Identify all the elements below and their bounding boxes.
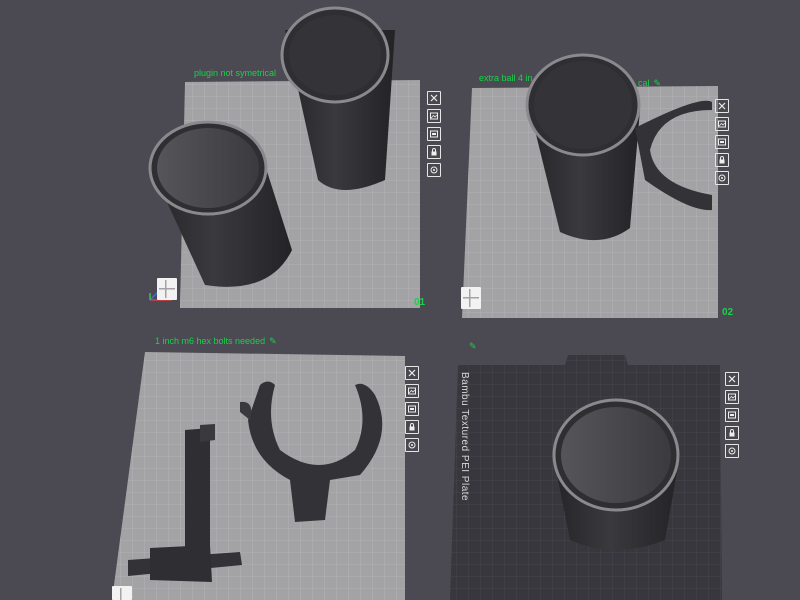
plate-logo-1 <box>157 278 177 300</box>
plate-4-tools <box>725 372 745 462</box>
plate-2-note-text: extra ball 4 in <box>479 73 533 83</box>
settings-icon[interactable] <box>725 444 739 458</box>
plate-2-note-tail[interactable]: cal ✎ <box>638 78 661 89</box>
plate-2-note[interactable]: extra ball 4 in <box>479 73 533 83</box>
build-plate-canvas[interactable] <box>0 0 800 600</box>
plate-3-tools <box>405 366 425 456</box>
plate-1-note[interactable]: plugin not symetrical <box>194 68 276 78</box>
plate-logo-2 <box>461 287 481 309</box>
plate-1-tools <box>427 91 447 181</box>
close-icon[interactable] <box>725 372 739 386</box>
edit-pencil-icon[interactable]: ✎ <box>654 78 662 88</box>
edit-pencil-icon[interactable]: ✎ <box>269 336 277 346</box>
plate-2-tools <box>715 99 735 189</box>
close-icon[interactable] <box>427 91 441 105</box>
orient-icon[interactable] <box>725 408 739 422</box>
plate-2-number: 02 <box>722 307 734 318</box>
orient-icon[interactable] <box>427 127 441 141</box>
orient-icon[interactable] <box>405 402 419 416</box>
settings-icon[interactable] <box>427 163 441 177</box>
close-icon[interactable] <box>405 366 419 380</box>
plate-1-number: 01 <box>414 297 426 308</box>
lock-icon[interactable] <box>405 420 419 434</box>
edit-pencil-icon[interactable]: ✎ <box>469 341 477 351</box>
arrange-icon[interactable] <box>427 109 441 123</box>
arrange-icon[interactable] <box>715 117 729 131</box>
plate-logo-3 <box>112 586 132 600</box>
plate-3-note-text: 1 inch m6 hex bolts needed <box>155 336 266 346</box>
cylinder-sleeve-model <box>552 398 680 550</box>
plate-1-note-text: plugin not symetrical <box>194 68 277 78</box>
close-icon[interactable] <box>715 99 729 113</box>
plate-2-note-tail-text: cal <box>638 78 650 88</box>
orient-icon[interactable] <box>715 135 729 149</box>
plate-3-note[interactable]: 1 inch m6 hex bolts needed ✎ <box>155 336 277 347</box>
lock-icon[interactable] <box>725 426 739 440</box>
arrange-icon[interactable] <box>725 390 739 404</box>
arrange-icon[interactable] <box>405 384 419 398</box>
plate-4-note[interactable]: ✎ <box>465 341 477 352</box>
settings-icon[interactable] <box>405 438 419 452</box>
lock-icon[interactable] <box>427 145 441 159</box>
settings-icon[interactable] <box>715 171 729 185</box>
plate-type-label: Bambu Textured PEI Plate <box>459 372 470 502</box>
lock-icon[interactable] <box>715 153 729 167</box>
